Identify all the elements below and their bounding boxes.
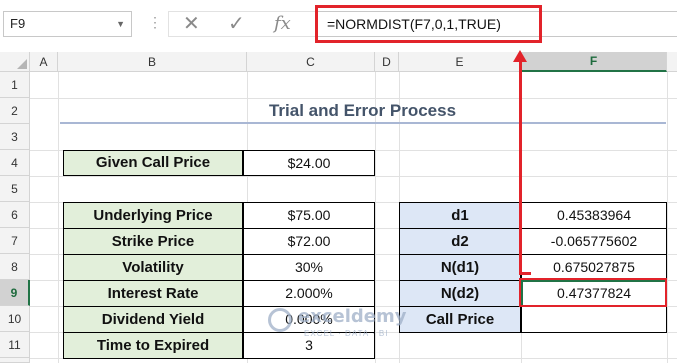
input-value-volatility[interactable]: 30% — [243, 254, 375, 281]
input-label-underlying-price[interactable]: Underlying Price — [63, 202, 243, 229]
input-label-strike-price[interactable]: Strike Price — [63, 228, 243, 255]
column-header-f[interactable]: F — [521, 52, 667, 72]
output-value-d1[interactable]: 0.45383964 — [521, 202, 667, 229]
cancel-icon[interactable]: ✕ — [183, 12, 200, 36]
formula-bar: F9 ▼ ⋮ ✕ ✓ fx =NORMDIST(F7,0,1,TRUE) — [0, 0, 677, 52]
grid-line — [667, 72, 668, 363]
output-label-d1[interactable]: d1 — [399, 202, 521, 229]
row-header-8[interactable]: 8 — [0, 254, 30, 280]
input-value-underlying-price[interactable]: $75.00 — [243, 202, 375, 229]
row-header-10[interactable]: 10 — [0, 306, 30, 332]
formula-highlight-box — [315, 5, 542, 43]
name-box-value: F9 — [10, 16, 26, 31]
column-header-a[interactable]: A — [30, 52, 58, 72]
given-call-price-value[interactable]: $24.00 — [243, 150, 375, 176]
enter-icon[interactable]: ✓ — [228, 12, 245, 36]
column-header-c[interactable]: C — [247, 52, 375, 72]
select-all-corner[interactable] — [0, 52, 30, 72]
watermark-tagline: EXCEL · DATA · BI — [304, 329, 389, 338]
output-label-d2[interactable]: d2 — [399, 228, 521, 255]
row-header-1[interactable]: 1 — [0, 72, 30, 98]
column-header-b[interactable]: B — [58, 52, 247, 72]
input-value-strike-price[interactable]: $72.00 — [243, 228, 375, 255]
given-call-price-label[interactable]: Given Call Price — [63, 150, 243, 176]
exceldemy-logo-icon — [268, 308, 292, 332]
callout-arrow-connector — [519, 272, 531, 275]
input-label-time-to-expired[interactable]: Time to Expired — [63, 332, 243, 359]
column-header-d[interactable]: D — [375, 52, 399, 72]
watermark-name: exceldemy — [298, 306, 407, 327]
output-label-call-price[interactable]: Call Price — [399, 306, 521, 333]
row-header-6[interactable]: 6 — [0, 202, 30, 228]
column-header-e[interactable]: E — [399, 52, 521, 72]
row-header-4[interactable]: 4 — [0, 150, 30, 176]
row-header-12[interactable] — [0, 358, 30, 363]
row-header-5[interactable]: 5 — [0, 176, 30, 202]
grid-line — [30, 98, 677, 99]
input-label-dividend-yield[interactable]: Dividend Yield — [63, 306, 243, 333]
title-underline — [60, 122, 666, 124]
row-header-2[interactable]: 2 — [0, 98, 30, 124]
row-header-7[interactable]: 7 — [0, 228, 30, 254]
more-options-icon[interactable]: ⋮ — [148, 14, 162, 31]
name-box[interactable]: F9 ▼ — [3, 11, 132, 37]
chevron-down-icon[interactable]: ▼ — [116, 12, 125, 36]
selected-cell-highlight-box — [519, 278, 667, 307]
output-label-nd1[interactable]: N(d1) — [399, 254, 521, 281]
insert-function-icon[interactable]: fx — [274, 12, 291, 36]
sheet-title[interactable]: Trial and Error Process — [58, 100, 667, 122]
row-header-3[interactable]: 3 — [0, 124, 30, 150]
arrow-up-icon — [513, 50, 527, 62]
input-value-interest-rate[interactable]: 2.000% — [243, 280, 375, 307]
output-value-call-price[interactable] — [521, 306, 667, 333]
output-value-d2[interactable]: -0.065775602 — [521, 228, 667, 255]
grid-line — [30, 176, 677, 177]
output-label-nd2[interactable]: N(d2) — [399, 280, 521, 307]
row-header-11[interactable]: 11 — [0, 332, 30, 358]
input-label-volatility[interactable]: Volatility — [63, 254, 243, 281]
callout-arrow-line — [519, 55, 522, 274]
input-label-interest-rate[interactable]: Interest Rate — [63, 280, 243, 307]
row-header-9[interactable]: 9 — [0, 280, 30, 306]
column-header-g[interactable] — [667, 52, 677, 72]
output-value-nd1[interactable]: 0.675027875 — [521, 254, 667, 281]
